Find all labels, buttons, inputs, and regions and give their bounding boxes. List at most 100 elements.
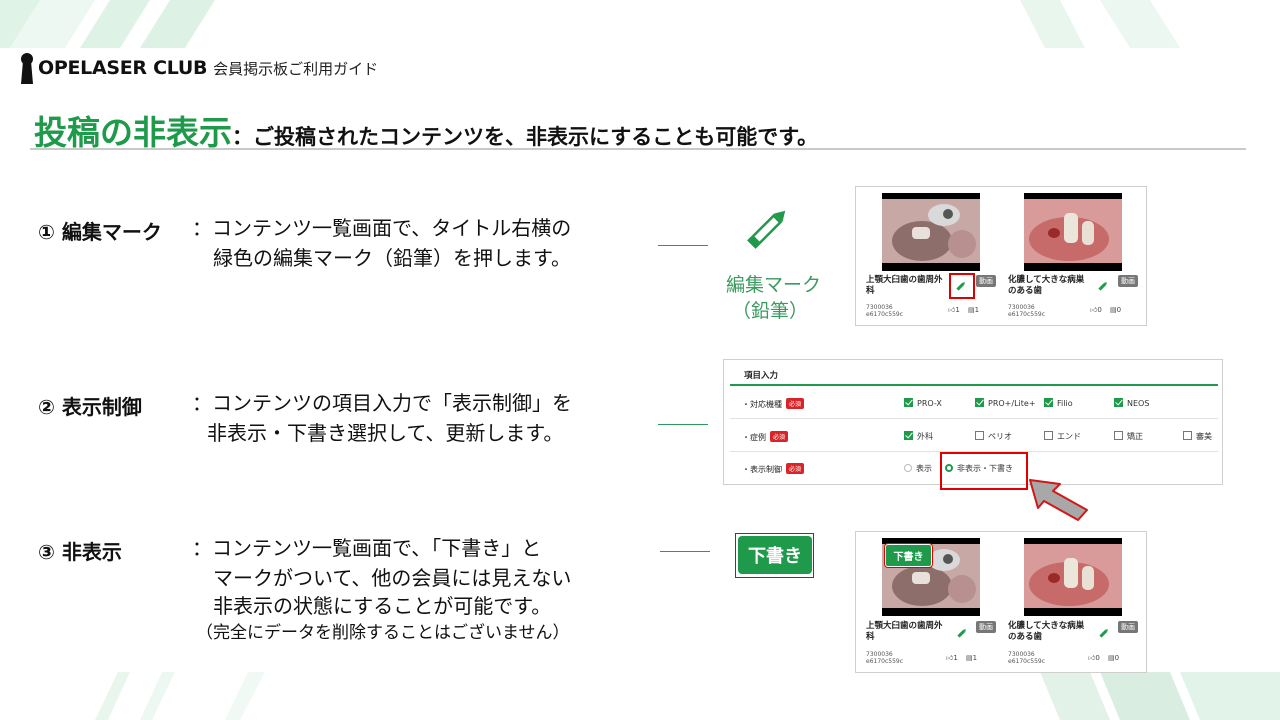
page-title: 投稿の非表示：ご投稿されたコンテンツを、非表示にすることも可能です。	[34, 106, 818, 154]
comment-count: 1	[974, 306, 980, 314]
checkbox-checked[interactable]	[975, 398, 984, 407]
step-3-connector	[660, 551, 710, 552]
form-row-label-display-control: ・表示制御 必須	[742, 463, 805, 475]
comment-count: 0	[1114, 654, 1120, 662]
card-title-line-2[interactable]: 科	[866, 286, 875, 297]
draft-badge-large: 下書き	[738, 536, 812, 574]
step-1-label: ① 編集マーク	[38, 220, 162, 244]
card-meta-line-1: 7300036	[1008, 651, 1035, 658]
edit-pencil-icon[interactable]	[1097, 280, 1109, 292]
draft-badge-small: 下書き	[885, 544, 932, 567]
step-3-desc-line-1: ：コンテンツ一覧画面で、「下書き」と	[192, 536, 542, 560]
option-pro-x[interactable]: PRO-X	[904, 398, 942, 408]
thumbnail-image	[1024, 544, 1122, 608]
card-meta-line-2: e6170c559c	[1008, 311, 1046, 318]
option-surgery[interactable]: 外科	[904, 431, 933, 442]
pencil-caption-line-1: 編集マーク	[726, 274, 822, 296]
comment-icon[interactable]: ▤	[1110, 306, 1117, 314]
video-thumbnail[interactable]	[1024, 538, 1122, 616]
card-counts: 👍︎1 ▤1	[948, 305, 979, 314]
required-badge: 必須	[786, 463, 805, 474]
card-counts: 👍︎0 ▤0	[1090, 305, 1121, 314]
option-endo[interactable]: エンド	[1044, 431, 1081, 442]
checkbox-unchecked[interactable]	[1114, 431, 1123, 440]
pointer-arrow-icon	[1029, 479, 1088, 521]
comment-icon[interactable]: ▤	[1108, 654, 1115, 662]
card-title-line-1[interactable]: 化膿して大きな病巣	[1008, 275, 1084, 286]
checkbox-checked[interactable]	[904, 398, 913, 407]
step-2-label: ② 表示制御	[38, 395, 142, 419]
card-title-line-1[interactable]: 上顎大臼歯の歯周外	[866, 275, 943, 286]
brand-logo: OPELASER CLUB 会員掲示板ご利用ガイド	[20, 50, 378, 86]
card-title-line-2[interactable]: のある歯	[1008, 632, 1042, 643]
video-tag: 動画	[976, 621, 996, 633]
option-filio[interactable]: Filio	[1044, 398, 1073, 408]
comment-count: 1	[972, 654, 978, 662]
comment-icon[interactable]: ▤	[968, 306, 975, 314]
row-divider	[730, 418, 1218, 419]
card-title-line-2[interactable]: のある歯	[1008, 286, 1042, 297]
title-divider	[30, 148, 1246, 150]
form-section-underline	[730, 384, 1218, 386]
like-count: 0	[1095, 654, 1100, 662]
pencil-caption-line-2: （鉛筆）	[732, 300, 809, 322]
required-badge: 必須	[786, 398, 805, 409]
keyhole-icon	[21, 53, 33, 84]
page-title-sub: ：ご投稿されたコンテンツを、非表示にすることも可能です。	[232, 125, 819, 149]
card-meta-line-2: e6170c559c	[1008, 658, 1046, 665]
card-meta-line-2: e6170c559c	[866, 311, 904, 318]
video-tag: 動画	[1118, 621, 1138, 633]
like-count: 1	[955, 306, 960, 314]
video-tag: 動画	[976, 275, 996, 287]
comment-count: 0	[1116, 306, 1122, 314]
option-perio[interactable]: ペリオ	[975, 431, 1012, 442]
card-title-line-1[interactable]: 化膿して大きな病巣	[1008, 621, 1084, 632]
card-title-line-1[interactable]: 上顎大臼歯の歯周外	[866, 621, 943, 632]
video-thumbnail[interactable]	[882, 193, 980, 271]
brand-name: OPELASER CLUB	[38, 57, 208, 79]
guide-title: 会員掲示板ご利用ガイド	[213, 59, 379, 78]
step-2-desc-line-1: ：コンテンツの項目入力で「表示制御」を	[192, 391, 572, 415]
checkbox-checked[interactable]	[1044, 398, 1053, 407]
like-count: 0	[1097, 306, 1102, 314]
form-row-label-devices: ・対応機種 必須	[742, 398, 805, 410]
step-3-desc-line-3: 非表示の状態にすることが可能です。	[213, 594, 552, 618]
step-1-connector	[658, 245, 708, 246]
option-show[interactable]: 表示	[904, 463, 932, 474]
checkbox-unchecked[interactable]	[1183, 431, 1192, 440]
comment-icon[interactable]: ▤	[966, 654, 973, 662]
edit-pencil-icon[interactable]	[956, 627, 968, 639]
edit-pencil-icon[interactable]	[1098, 627, 1110, 639]
page-title-main: 投稿の非表示	[34, 113, 232, 152]
step-1-desc-line-2: 緑色の編集マーク（鉛筆）を押します。	[213, 246, 571, 270]
card-counts: 👍︎0 ▤0	[1088, 653, 1119, 662]
radio-unselected[interactable]	[904, 464, 912, 472]
card-meta-line-1: 7300036	[1008, 304, 1035, 311]
content-list-screenshot-2: 下書き 上顎大臼歯の歯周外 科 動画 7300036 e6170c559c 👍︎…	[855, 531, 1147, 673]
pencil-icon	[747, 210, 786, 249]
video-thumbnail[interactable]	[1024, 193, 1122, 271]
card-meta-line-1: 7300036	[866, 304, 893, 311]
option-aesthetic[interactable]: 審美	[1183, 431, 1212, 442]
option-pro-plus-lite-plus[interactable]: PRO+/Lite+	[975, 398, 1036, 408]
checkbox-unchecked[interactable]	[1044, 431, 1053, 440]
checkbox-unchecked[interactable]	[975, 431, 984, 440]
required-badge: 必須	[770, 431, 789, 442]
step-1-desc-line-1: ：コンテンツ一覧画面で、タイトル右横の	[192, 216, 572, 240]
checkbox-checked[interactable]	[1114, 398, 1123, 407]
card-meta-line-1: 7300036	[866, 651, 893, 658]
option-ortho[interactable]: 矯正	[1114, 431, 1143, 442]
checkbox-checked[interactable]	[904, 431, 913, 440]
step-3-label: ③ 非表示	[38, 540, 122, 564]
thumbnail-image	[1024, 199, 1122, 263]
card-title-line-2[interactable]: 科	[866, 632, 875, 643]
hide-draft-highlight	[940, 452, 1028, 490]
card-counts: 👍︎1 ▤1	[946, 653, 977, 662]
step-2-connector	[658, 424, 708, 425]
option-neos[interactable]: NEOS	[1114, 398, 1149, 408]
form-section-title: 項目入力	[744, 371, 779, 381]
form-row-label-case: ・症例 必須	[742, 431, 789, 443]
step-2-desc-line-2: 非表示・下書き選択して、更新します。	[207, 421, 564, 445]
step-3-desc-line-2: マークがついて、他の会員には見えない	[213, 566, 572, 590]
content-list-screenshot-1: 上顎大臼歯の歯周外 科 動画 7300036 e6170c559c 👍︎1 ▤1…	[855, 186, 1147, 326]
